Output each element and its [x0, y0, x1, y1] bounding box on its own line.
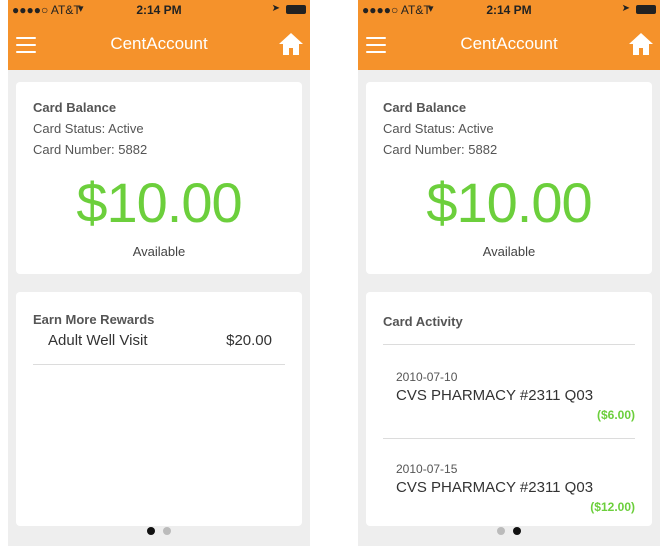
- card-number: Card Number: 5882: [383, 142, 498, 157]
- activity-amount: ($6.00): [596, 408, 635, 422]
- nav-bar: CentAccount: [8, 20, 310, 70]
- balance-card: Card Balance Card Status: Active Card Nu…: [366, 82, 652, 274]
- reward-item[interactable]: Adult Well Visit $20.00: [16, 332, 302, 352]
- card-number: Card Number: 5882: [33, 142, 148, 157]
- activity-item[interactable]: 2010-07-15 CVS PHARMACY #2311 Q03 ($12.0…: [366, 462, 652, 522]
- divider: [383, 438, 635, 439]
- page-dot-active[interactable]: [513, 527, 521, 535]
- home-icon[interactable]: [278, 32, 304, 56]
- reward-amount: $20.00: [226, 332, 272, 349]
- home-icon[interactable]: [628, 32, 654, 56]
- balance-amount: $10.00: [76, 171, 242, 234]
- phone-screen-activity: ●●●●○ AT&T ▾ 2:14 PM ➤ CentAccount Card …: [358, 0, 660, 546]
- card-status: Card Status: Active: [33, 121, 144, 136]
- balance-title: Card Balance: [33, 100, 117, 115]
- page-indicator[interactable]: [358, 522, 660, 540]
- app-title: CentAccount: [460, 34, 558, 53]
- page-dot[interactable]: [497, 527, 505, 535]
- location-arrow-icon: ➤: [621, 3, 630, 14]
- activity-merchant: CVS PHARMACY #2311 Q03: [396, 387, 594, 404]
- phone-screen-rewards: ●●●●○ AT&T ▾ 2:14 PM ➤ CentAccount Card …: [8, 0, 310, 546]
- battery-icon: [636, 5, 656, 14]
- location-arrow-icon: ➤: [271, 3, 280, 14]
- activity-title: Card Activity: [383, 314, 463, 329]
- page-indicator[interactable]: [8, 522, 310, 540]
- page-dot[interactable]: [163, 527, 171, 535]
- battery-icon: [286, 5, 306, 14]
- available-label: Available: [132, 244, 186, 259]
- activity-merchant: CVS PHARMACY #2311 Q03: [396, 479, 594, 496]
- activity-amount: ($12.00): [590, 500, 635, 514]
- divider: [33, 364, 285, 365]
- status-time: 2:14 PM: [136, 3, 182, 17]
- activity-date: 2010-07-10: [396, 370, 458, 384]
- balance-card: Card Balance Card Status: Active Card Nu…: [16, 82, 302, 274]
- app-title: CentAccount: [110, 34, 208, 53]
- status-time: 2:14 PM: [486, 3, 532, 17]
- balance-amount: $10.00: [426, 171, 592, 234]
- page-dot-active[interactable]: [147, 527, 155, 535]
- balance-title: Card Balance: [383, 100, 467, 115]
- divider: [383, 344, 635, 345]
- nav-bar: CentAccount: [358, 20, 660, 70]
- activity-date: 2010-07-15: [396, 462, 458, 476]
- status-bar: ●●●●○ AT&T ▾ 2:14 PM ➤: [358, 0, 660, 20]
- card-status: Card Status: Active: [383, 121, 494, 136]
- activity-item[interactable]: 2010-07-10 CVS PHARMACY #2311 Q03 ($6.00…: [366, 370, 652, 430]
- activity-card: Card Activity 2010-07-10 CVS PHARMACY #2…: [366, 292, 652, 526]
- status-bar: ●●●●○ AT&T ▾ 2:14 PM ➤: [8, 0, 310, 20]
- rewards-card: Earn More Rewards Adult Well Visit $20.0…: [16, 292, 302, 526]
- available-label: Available: [482, 244, 536, 259]
- reward-name: Adult Well Visit: [48, 332, 148, 349]
- rewards-title: Earn More Rewards: [33, 312, 155, 327]
